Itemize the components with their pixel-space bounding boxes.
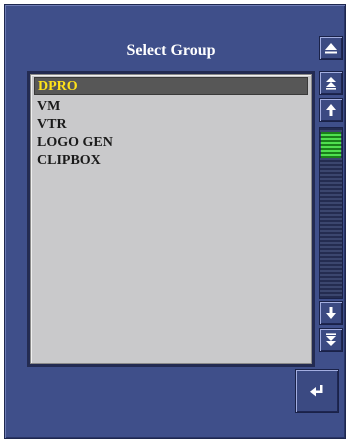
scrollbar-thumb[interactable] xyxy=(321,132,341,158)
enter-button[interactable] xyxy=(295,369,339,413)
select-group-dialog: Select Group DPRO VM VTR LOGO GEN CLIPBO… xyxy=(4,4,346,439)
list-item-vtr[interactable]: VTR xyxy=(34,116,308,134)
line-down-button[interactable] xyxy=(319,301,343,325)
enter-return-icon xyxy=(310,385,323,397)
double-arrow-down-icon xyxy=(326,333,336,346)
arrow-down-icon xyxy=(326,307,336,319)
eject-icon xyxy=(325,43,337,54)
scrollbar-track[interactable] xyxy=(319,127,343,299)
scroll-top-button[interactable] xyxy=(319,36,343,60)
dialog-title: Select Group xyxy=(126,42,216,59)
list-item-logo-gen[interactable]: LOGO GEN xyxy=(34,134,308,152)
arrow-up-icon xyxy=(326,104,336,116)
line-up-button[interactable] xyxy=(319,98,343,122)
list-item-clipbox[interactable]: CLIPBOX xyxy=(34,152,308,170)
page-up-button[interactable] xyxy=(319,71,343,95)
double-arrow-up-icon xyxy=(326,77,336,90)
list-item-dpro[interactable]: DPRO xyxy=(34,77,308,95)
group-list[interactable]: DPRO VM VTR LOGO GEN CLIPBOX xyxy=(27,71,315,367)
page-down-button[interactable] xyxy=(319,328,343,352)
list-item-vm[interactable]: VM xyxy=(34,98,308,116)
